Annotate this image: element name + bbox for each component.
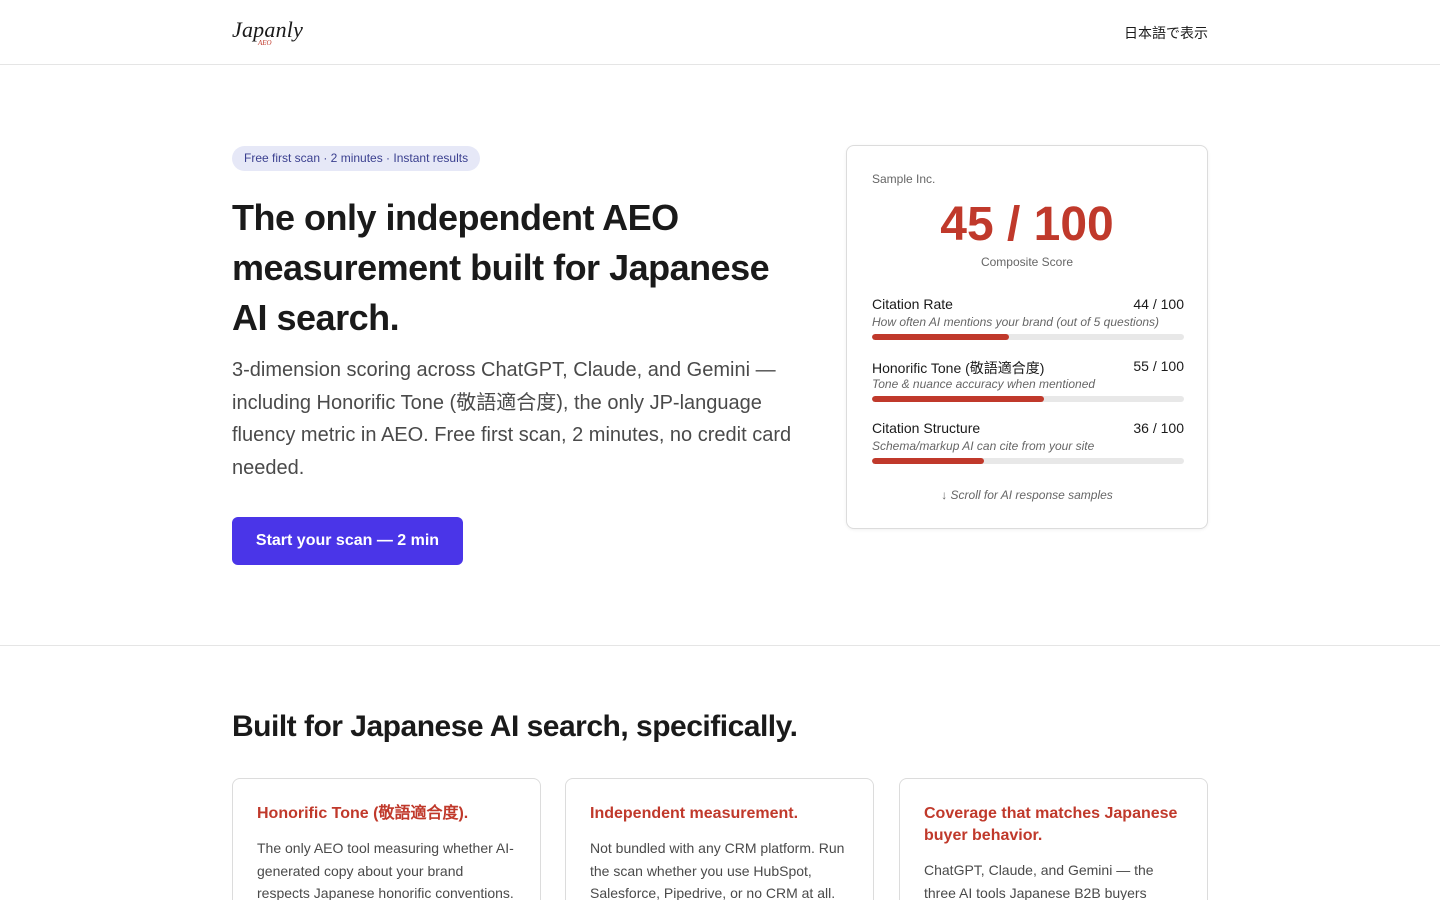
metric-name: Citation Rate bbox=[872, 296, 953, 312]
feature-card-title: Coverage that matches Japanese buyer beh… bbox=[924, 805, 1178, 844]
metric-progress-track bbox=[872, 334, 1184, 340]
feature-card-text: The only AEO tool measuring whether AI-g… bbox=[257, 840, 514, 900]
metric-progress-track bbox=[872, 396, 1184, 402]
metric-progress-track bbox=[872, 458, 1184, 464]
metric-description: Schema/markup AI can cite from your site bbox=[872, 439, 1095, 453]
composite-score-value: 45 / 100 bbox=[940, 198, 1114, 251]
metric-progress-fill bbox=[872, 396, 1044, 402]
logo-sub: AEO bbox=[258, 39, 272, 47]
metric-citation-rate: Citation Rate 44 / 100 How often AI ment… bbox=[872, 296, 1184, 346]
metric-name: Citation Structure bbox=[872, 420, 981, 436]
metric-honorific-tone: Honorific Tone (敬語適合度) 55 / 100 Tone & n… bbox=[872, 358, 1184, 408]
metric-progress-fill bbox=[872, 334, 1010, 340]
feature-card-title: Independent measurement. bbox=[590, 805, 799, 822]
feature-card-title: Honorific Tone (敬語適合度). bbox=[257, 805, 469, 822]
scroll-hint[interactable]: ↓ Scroll for AI response samples bbox=[847, 488, 1207, 502]
language-switch-link[interactable]: 日本語で表示 bbox=[1124, 23, 1208, 43]
features-title: Built for Japanese AI search, specifical… bbox=[232, 710, 798, 743]
metric-progress-fill bbox=[872, 458, 985, 464]
card-company-name: Sample Inc. bbox=[872, 172, 936, 186]
features-section: Built for Japanese AI search, specifical… bbox=[0, 646, 1440, 900]
hero-badge: Free first scan · 2 minutes · Instant re… bbox=[232, 146, 481, 171]
metric-name: Honorific Tone (敬語適合度) bbox=[872, 360, 1045, 376]
feature-card-independent: Independent measurement. Not bundled wit… bbox=[565, 778, 874, 900]
site-header: Japanly AEO 日本語で表示 bbox=[0, 0, 1440, 65]
start-scan-button[interactable]: Start your scan — 2 min bbox=[232, 517, 463, 565]
hero-title: The only independent AEO measurement bui… bbox=[232, 197, 770, 338]
feature-card-honorific: Honorific Tone (敬語適合度). The only AEO too… bbox=[232, 778, 541, 900]
metric-value: 44 / 100 bbox=[1133, 296, 1184, 312]
metric-description: Tone & nuance accuracy when mentioned bbox=[872, 377, 1096, 391]
metric-description: How often AI mentions your brand (out of… bbox=[872, 315, 1160, 329]
metric-value: 36 / 100 bbox=[1133, 420, 1184, 436]
hero-description: 3-dimension scoring across ChatGPT, Clau… bbox=[232, 359, 792, 479]
feature-card-coverage: Coverage that matches Japanese buyer beh… bbox=[899, 778, 1208, 900]
hero-section: Free first scan · 2 minutes · Instant re… bbox=[0, 65, 1440, 646]
metric-value: 55 / 100 bbox=[1133, 358, 1184, 374]
metric-citation-structure: Citation Structure 36 / 100 Schema/marku… bbox=[872, 420, 1184, 470]
feature-card-text: ChatGPT, Claude, and Gemini — the three … bbox=[924, 862, 1154, 900]
logo[interactable]: Japanly AEO bbox=[232, 17, 303, 49]
sample-score-card: Sample Inc. 45 / 100 Composite Score Cit… bbox=[846, 145, 1208, 529]
composite-score-label: Composite Score bbox=[980, 255, 1074, 269]
feature-card-text: Not bundled with any CRM platform. Run t… bbox=[590, 840, 845, 900]
